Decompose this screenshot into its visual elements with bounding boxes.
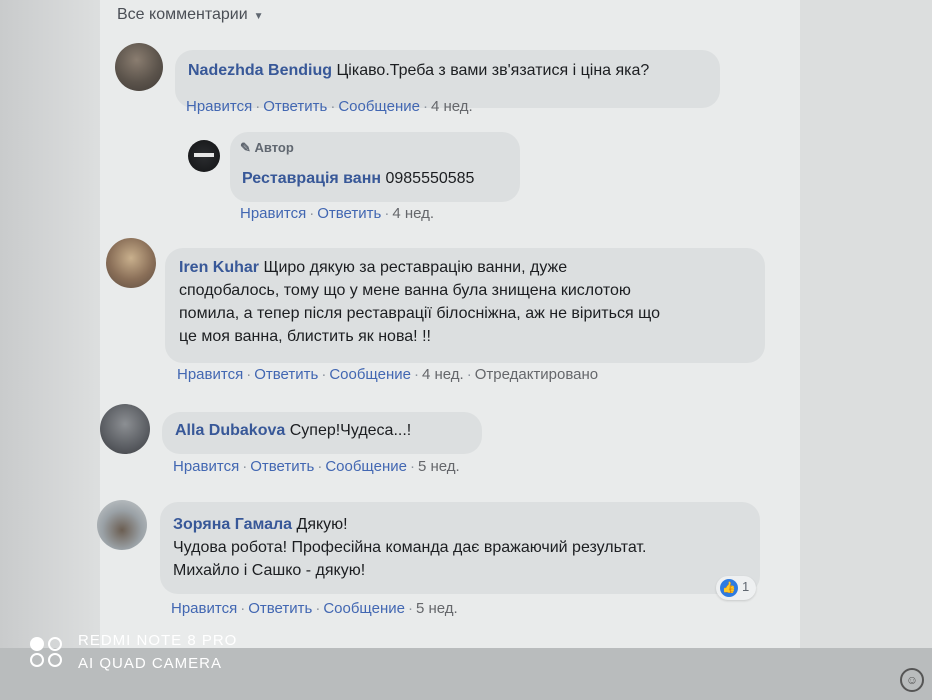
pencil-icon: ✎ bbox=[240, 140, 251, 155]
comment-body: Зоряна Гамала Дякую! Чудова робота! Проф… bbox=[173, 513, 646, 582]
comment-body: Alla Dubakova Супер!Чудеса...! bbox=[175, 422, 411, 440]
avatar[interactable] bbox=[106, 238, 156, 288]
avatar[interactable] bbox=[115, 43, 163, 91]
message-link[interactable]: Сообщение bbox=[338, 98, 420, 115]
reply-link[interactable]: Ответить bbox=[254, 366, 318, 383]
right-panel bbox=[800, 0, 932, 660]
watermark-line1: REDMI NOTE 8 PRO bbox=[78, 632, 238, 649]
chevron-down-icon: ▼ bbox=[253, 11, 264, 22]
sort-dropdown[interactable]: Все комментарии ▼ bbox=[117, 6, 264, 24]
comment-text: Супер!Чудеса...! bbox=[289, 422, 412, 439]
camera-logo-icon bbox=[30, 637, 62, 667]
like-link[interactable]: Нравится bbox=[186, 98, 252, 115]
comment-text: Цікаво.Треба з вами зв'язатися і ціна як… bbox=[336, 62, 650, 79]
comment-text-line: це моя ванна, блистить як нова! !! bbox=[179, 328, 431, 345]
avatar[interactable] bbox=[100, 404, 150, 454]
like-link[interactable]: Нравится bbox=[177, 366, 243, 383]
comment-text-line: Чудова робота! Професійна команда дає вр… bbox=[173, 539, 647, 556]
like-link[interactable]: Нравится bbox=[171, 600, 237, 617]
comment-time[interactable]: 5 нед. bbox=[416, 600, 458, 617]
comment-time[interactable]: 5 нед. bbox=[418, 458, 460, 475]
comment-author[interactable]: Iren Kuhar bbox=[179, 259, 259, 276]
author-badge-label: Автор bbox=[254, 140, 294, 155]
comment-text-line: Дякую! bbox=[296, 516, 348, 533]
watermark-line2: AI QUAD CAMERA bbox=[78, 655, 223, 672]
reaction-badge[interactable]: 👍 1 bbox=[716, 576, 756, 600]
author-badge: ✎ Автор bbox=[240, 140, 294, 156]
reply-link[interactable]: Ответить bbox=[263, 98, 327, 115]
comment-time[interactable]: 4 нед. bbox=[392, 205, 434, 222]
thumbs-up-icon: 👍 bbox=[720, 579, 738, 597]
reply-link[interactable]: Ответить bbox=[317, 205, 381, 222]
message-link[interactable]: Сообщение bbox=[323, 600, 405, 617]
comment-text: 0985550585 bbox=[385, 170, 475, 187]
comment-time[interactable]: 4 нед. bbox=[431, 98, 473, 115]
comment-body: Nadezhda Bendiug Цікаво.Треба з вами зв'… bbox=[188, 62, 649, 80]
comment-actions: Нравится · Ответить · 4 нед. bbox=[240, 205, 435, 222]
comment-actions: Нравится · Ответить · Сообщение · 5 нед. bbox=[171, 600, 458, 617]
camera-watermark: REDMI NOTE 8 PRO AI QUAD CAMERA bbox=[78, 632, 237, 672]
smiley-icon[interactable]: ☺ bbox=[900, 668, 924, 692]
comment-text-line: Михайло і Сашко - дякую! bbox=[173, 562, 366, 579]
like-link[interactable]: Нравится bbox=[173, 458, 239, 475]
comment-text-line: помила, а тепер після реставрації білосн… bbox=[179, 305, 660, 322]
comment-actions: Нравится · Ответить · Сообщение · 4 нед. · Отред… bbox=[177, 366, 599, 383]
avatar[interactable] bbox=[97, 500, 147, 550]
sort-label: Все комментарии bbox=[117, 6, 248, 23]
comment-author[interactable]: Зоряна Гамала bbox=[173, 516, 292, 533]
comment-body: Iren Kuhar Щиро дякую за реставрацію ван… bbox=[179, 256, 660, 348]
comment-text-line: сподобалось, тому що у мене ванна була з… bbox=[179, 282, 631, 299]
comment-author[interactable]: Alla Dubakova bbox=[175, 422, 285, 439]
message-link[interactable]: Сообщение bbox=[329, 366, 411, 383]
reaction-count: 1 bbox=[742, 579, 750, 594]
comment-author[interactable]: Nadezhda Bendiug bbox=[188, 62, 332, 79]
like-link[interactable]: Нравится bbox=[240, 205, 306, 222]
comment-actions: Нравится · Ответить · Сообщение · 5 нед. bbox=[173, 458, 460, 475]
comment-time[interactable]: 4 нед. bbox=[422, 366, 464, 383]
message-link[interactable]: Сообщение bbox=[325, 458, 407, 475]
reply-body: Реставрація ванн 0985550585 bbox=[242, 170, 474, 188]
avatar[interactable] bbox=[188, 140, 220, 172]
reply-link[interactable]: Ответить bbox=[248, 600, 312, 617]
reply-link[interactable]: Ответить bbox=[250, 458, 314, 475]
comment-text-line: Щиро дякую за реставрацію ванни, дуже bbox=[263, 259, 568, 276]
comment-author[interactable]: Реставрація ванн bbox=[242, 170, 381, 187]
comment-actions: Нравится · Ответить · Сообщение · 4 нед. bbox=[186, 98, 473, 115]
edited-label[interactable]: Отредактировано bbox=[475, 366, 598, 383]
